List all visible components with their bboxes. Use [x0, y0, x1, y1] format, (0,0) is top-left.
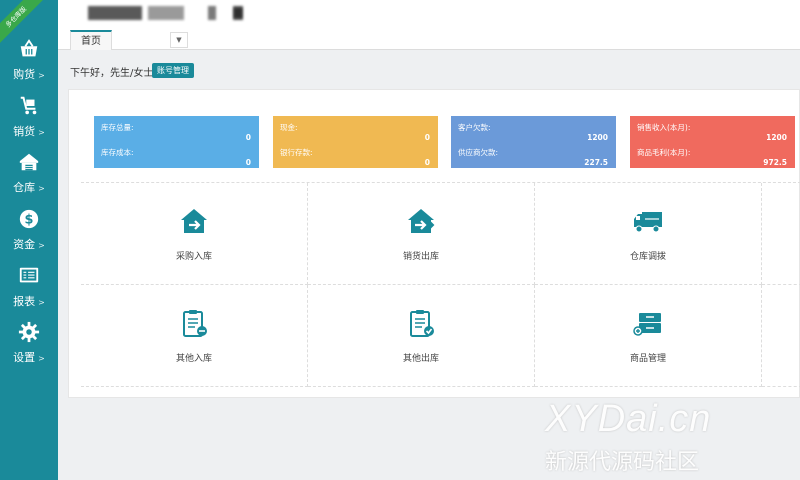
- chevron-right-icon: >: [38, 298, 45, 307]
- shortcut-label: 其他入库: [175, 354, 212, 364]
- sidebar-item-reports[interactable]: 报表 >: [0, 265, 58, 321]
- report-icon: [19, 267, 39, 283]
- shortcut-partial: [762, 285, 800, 387]
- stat-label: 银行存款:: [280, 148, 313, 157]
- stat-label: 现金:: [280, 123, 298, 132]
- shortcut-label: 其他出库: [402, 354, 439, 364]
- watermark-site-name: 新源代源码社区: [545, 450, 700, 475]
- shortcut-sales-out[interactable]: 销货出库: [308, 183, 535, 285]
- svg-text:$: $: [25, 213, 34, 228]
- cart-icon: [20, 96, 37, 115]
- tab-bar: 首页 ▼: [58, 28, 800, 50]
- chevron-right-icon: >: [38, 71, 45, 80]
- clipboard-out-icon: [410, 310, 434, 337]
- chevron-right-icon: >: [38, 354, 45, 363]
- sidebar-item-label: 仓库: [13, 181, 36, 194]
- shortcut-other-in[interactable]: 其他入库: [81, 285, 308, 387]
- tab-home[interactable]: 首页: [70, 30, 112, 50]
- sidebar: 多仓库版 购货 > 销货 > 仓库 > $ 资金 > 报表 > 设置 >: [0, 0, 58, 480]
- sidebar-item-funds[interactable]: $ 资金 >: [0, 208, 58, 264]
- stat-label: 库存成本:: [101, 148, 134, 157]
- account-management-button[interactable]: 账号管理: [152, 63, 194, 78]
- dollar-icon: $: [19, 209, 39, 229]
- stat-value: 1200: [766, 133, 787, 142]
- shortcut-label: 采购入库: [175, 252, 212, 262]
- top-header: [58, 0, 800, 28]
- stat-label: 商品毛利(本月):: [637, 148, 691, 157]
- sidebar-item-label: 报表: [13, 295, 36, 308]
- stat-value: 1200: [587, 133, 608, 142]
- stat-value: 0: [245, 158, 251, 167]
- sidebar-item-label: 销货: [13, 125, 36, 138]
- sidebar-item-label: 设置: [13, 351, 36, 364]
- shortcut-products[interactable]: 商品管理: [535, 285, 762, 387]
- warehouse-icon: [19, 153, 39, 171]
- chevron-right-icon: >: [38, 128, 45, 137]
- blurred-logo: [148, 6, 184, 20]
- stat-card-cash: 现金: 0 银行存款: 0: [273, 116, 438, 168]
- sales-out-icon: [408, 209, 435, 233]
- stat-value: 972.5: [763, 158, 787, 167]
- shortcut-label: 仓库调拨: [629, 252, 666, 262]
- stat-value: 227.5: [584, 158, 608, 167]
- product-box-icon: [633, 313, 661, 336]
- shortcut-grid: 采购入库 销货出库 仓库调拨 其他入库 其他出库 商品管理: [81, 182, 800, 387]
- stat-label: 库存总量:: [101, 123, 134, 132]
- sidebar-item-settings[interactable]: 设置 >: [0, 321, 58, 377]
- truck-icon: [634, 212, 662, 233]
- stat-value: 0: [245, 133, 251, 142]
- greeting-text: 下午好，先生/女士: [70, 68, 154, 79]
- gear-icon: [18, 321, 40, 343]
- stat-card-debts: 客户欠款: 1200 供应商欠款: 227.5: [451, 116, 616, 168]
- shortcut-partial: [762, 183, 800, 285]
- stat-card-sales: 销售收入(本月): 1200 商品毛利(本月): 972.5: [630, 116, 795, 168]
- basket-icon: [20, 39, 38, 57]
- sidebar-item-purchase[interactable]: 购货 >: [0, 38, 58, 94]
- chevron-right-icon: >: [38, 241, 45, 250]
- blurred-logo: [208, 6, 216, 20]
- blurred-logo: [88, 6, 142, 20]
- blurred-logo: [234, 8, 242, 18]
- chevron-down-icon[interactable]: ▼: [170, 32, 188, 48]
- shortcut-label: 销货出库: [402, 252, 439, 262]
- shortcut-other-out[interactable]: 其他出库: [308, 285, 535, 387]
- sidebar-item-label: 资金: [13, 238, 36, 251]
- shortcut-transfer[interactable]: 仓库调拨: [535, 183, 762, 285]
- clipboard-in-icon: [183, 310, 207, 337]
- stat-value: 0: [424, 133, 430, 142]
- stat-value: 0: [424, 158, 430, 167]
- stat-label: 客户欠款:: [458, 123, 491, 132]
- sidebar-item-sales[interactable]: 销货 >: [0, 95, 58, 151]
- purchase-in-icon: [181, 209, 207, 233]
- watermark-domain: XYDai.cn: [545, 398, 712, 440]
- sidebar-item-warehouse[interactable]: 仓库 >: [0, 151, 58, 207]
- shortcut-purchase-in[interactable]: 采购入库: [81, 183, 308, 285]
- stat-card-inventory: 库存总量: 0 库存成本: 0: [94, 116, 259, 168]
- stat-label: 供应商欠款:: [458, 148, 499, 157]
- sidebar-item-label: 购货: [13, 68, 36, 81]
- shortcut-label: 商品管理: [629, 354, 666, 364]
- chevron-right-icon: >: [38, 184, 45, 193]
- dashboard-panel: 库存总量: 0 库存成本: 0 现金: 0 银行存款: 0 客户欠款: 1200…: [68, 89, 800, 398]
- stat-label: 销售收入(本月):: [637, 123, 691, 132]
